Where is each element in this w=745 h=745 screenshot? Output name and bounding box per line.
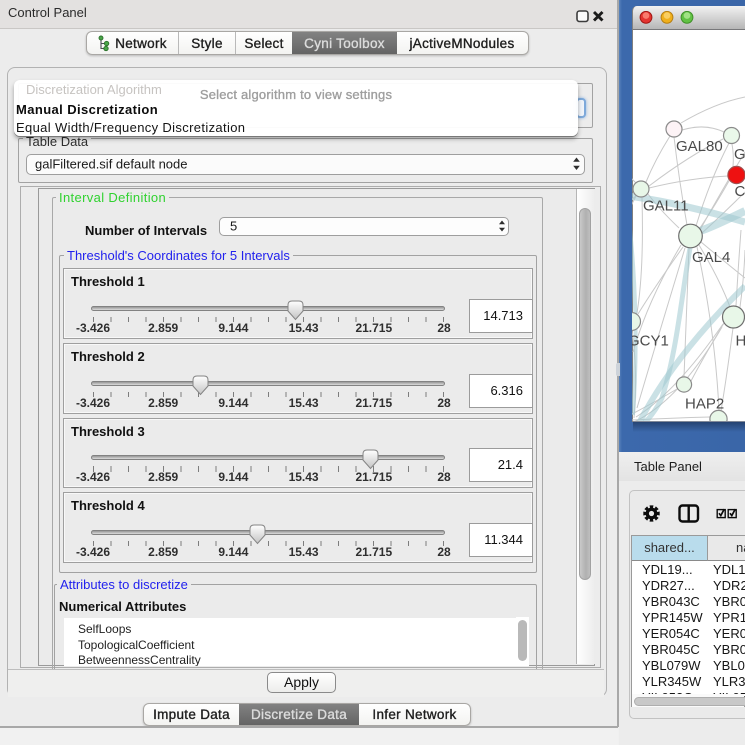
svg-text:GA: GA xyxy=(734,146,745,163)
svg-text:C: C xyxy=(735,183,745,200)
svg-text:HAP2: HAP2 xyxy=(685,396,724,413)
svg-text:GCY1: GCY1 xyxy=(632,333,669,350)
svg-text:GAL11: GAL11 xyxy=(643,198,689,215)
svg-text:GAL80: GAL80 xyxy=(676,138,723,155)
svg-text:H: H xyxy=(736,333,745,350)
svg-text:GAL4: GAL4 xyxy=(692,249,730,266)
